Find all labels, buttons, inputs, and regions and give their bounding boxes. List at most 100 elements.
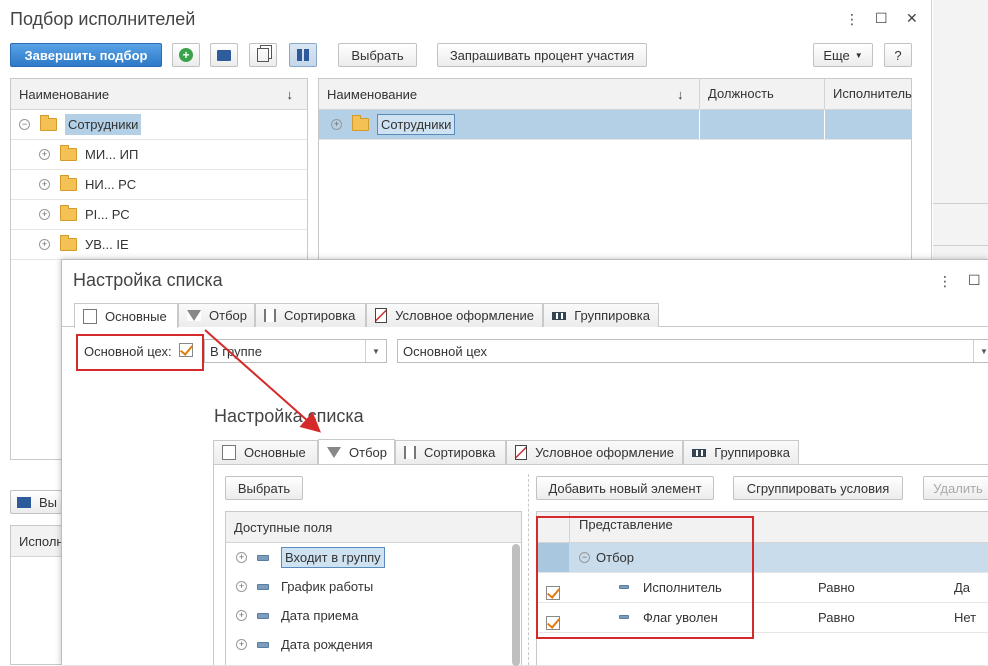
field-label: Входит в группу [281, 547, 385, 568]
tab-conditional-label: Условное оформление [535, 445, 674, 460]
add-element-button[interactable]: Добавить новый элемент [536, 476, 714, 500]
add-icon: + [179, 48, 193, 62]
tab-main-label: Основные [105, 308, 167, 324]
tree-item-label: МИ... ИП [85, 147, 139, 162]
conditional-format-icon [375, 308, 388, 323]
expand-icon[interactable]: + [39, 149, 50, 160]
maximize-icon[interactable]: ☐ [968, 272, 981, 289]
panel-splitter[interactable] [528, 474, 529, 665]
page-icon [222, 445, 236, 460]
expand-icon[interactable]: + [236, 581, 247, 592]
copy-button[interactable] [249, 43, 277, 67]
field-label: График работы [281, 579, 374, 594]
toggle-panel-button[interactable] [289, 43, 317, 67]
tab-grouping-label: Группировка [714, 445, 790, 460]
left-grid-header[interactable]: Наименование ↓ [11, 79, 307, 110]
condition-value[interactable]: Нет [954, 610, 976, 625]
tree-item-row[interactable]: + УВ... IE [11, 230, 307, 260]
settings-window-front: Настройка списка Основные Отбор Сортиров… [200, 394, 988, 666]
select-field-button[interactable]: Выбрать [225, 476, 303, 500]
finish-selection-button[interactable]: Завершить подбор [10, 43, 162, 67]
add-button[interactable]: + [172, 43, 200, 67]
right-grid-header[interactable]: Наименование ↓ Должность Исполнитель [319, 79, 912, 110]
condition-value[interactable]: Да [954, 580, 970, 595]
column-position[interactable]: Должность [699, 79, 774, 109]
sort-icon [404, 446, 416, 459]
expand-icon[interactable]: + [236, 639, 247, 650]
expand-icon[interactable]: + [236, 552, 247, 563]
condition-value: В группе [210, 343, 262, 359]
left-grid-column-name: Наименование [19, 86, 110, 102]
tab-sort-label: Сортировка [284, 308, 356, 323]
folder-add-icon [217, 49, 231, 61]
chevron-down-icon[interactable]: ▼ [973, 340, 988, 362]
tab-conditional[interactable]: Условное оформление [366, 303, 543, 327]
condition-compare[interactable]: Равно [818, 580, 855, 595]
page-icon [83, 308, 97, 324]
filter-value-select[interactable]: Основной цех ▼ [397, 339, 988, 363]
more-button[interactable]: Еще ▼ [813, 43, 873, 67]
maximize-icon[interactable]: ☐ [875, 10, 888, 27]
right-root-row[interactable]: + Сотрудники [319, 110, 911, 140]
condition-compare[interactable]: Равно [818, 610, 855, 625]
sort-arrow-icon: ↓ [286, 86, 294, 102]
field-icon [257, 583, 269, 590]
expand-icon[interactable]: + [39, 179, 50, 190]
more-icon[interactable]: ⋮ [938, 273, 952, 290]
add-folder-button[interactable] [210, 43, 238, 67]
scrollbar[interactable] [512, 544, 520, 666]
tab-sort[interactable]: Сортировка [395, 440, 506, 464]
tab-conditional[interactable]: Условное оформление [506, 440, 683, 464]
column-divider [824, 110, 825, 139]
condition-select[interactable]: В группе ▼ [204, 339, 387, 363]
collapse-icon[interactable]: − [19, 119, 30, 130]
filter-value: Основной цех [403, 343, 487, 359]
field-label: Дата рождения [281, 637, 373, 652]
tree-item-row[interactable]: + МИ... ИП [11, 140, 307, 170]
tree-root-label: Сотрудники [65, 114, 142, 135]
tab-filter[interactable]: Отбор [318, 439, 395, 464]
column-executor[interactable]: Исполнитель [824, 79, 912, 109]
expand-icon[interactable]: + [39, 239, 50, 250]
expand-icon[interactable]: + [39, 209, 50, 220]
group-conditions-button[interactable]: Сгруппировать условия [733, 476, 903, 500]
tree-root-row[interactable]: − Сотрудники [11, 110, 307, 140]
tab-sort[interactable]: Сортировка [255, 303, 366, 327]
chevron-down-icon[interactable]: ▼ [365, 340, 386, 362]
tree-item-row[interactable]: + РI... РС [11, 200, 307, 230]
background-divider [933, 245, 988, 246]
field-row[interactable]: + График работы [226, 572, 521, 601]
more-icon[interactable]: ⋮ [845, 11, 859, 28]
tab-main[interactable]: Основные [74, 303, 178, 328]
filter-icon [187, 310, 201, 321]
copy-icon [257, 48, 269, 62]
folder-icon [60, 145, 77, 161]
available-fields-grid[interactable]: Доступные поля + Входит в группу + Графи… [225, 511, 522, 666]
help-button[interactable]: ? [884, 43, 912, 67]
select-button[interactable]: Выбрать [338, 43, 417, 67]
tab-main[interactable]: Основные [213, 440, 318, 464]
tree-item-label: РI... РС [85, 207, 130, 222]
tab-grouping[interactable]: Группировка [683, 440, 799, 464]
sort-icon [264, 309, 276, 322]
tab-filter[interactable]: Отбор [178, 303, 255, 327]
delete-button[interactable]: Удалить [923, 476, 988, 500]
field-label: Дата приема [281, 608, 359, 623]
tab-grouping[interactable]: Группировка [543, 303, 659, 327]
folder-icon [40, 115, 57, 131]
expand-icon[interactable]: + [236, 610, 247, 621]
tab-sort-label: Сортировка [424, 445, 496, 460]
tab-grouping-label: Группировка [574, 308, 650, 323]
right-list-grid[interactable]: Наименование ↓ Должность Исполнитель + С… [318, 78, 912, 268]
ask-percent-button[interactable]: Запрашивать процент участия [437, 43, 647, 67]
highlight-box [536, 516, 754, 639]
column-name[interactable]: Наименование [327, 87, 417, 102]
field-row[interactable]: + Входит в группу [226, 543, 521, 572]
tree-item-row[interactable]: + НИ... РС [11, 170, 307, 200]
expand-icon[interactable]: + [331, 119, 342, 130]
tab-conditional-label: Условное оформление [395, 308, 534, 323]
field-row[interactable]: + Дата рождения [226, 630, 521, 659]
close-icon[interactable]: ✕ [906, 10, 918, 27]
available-fields-title: Доступные поля [234, 519, 333, 535]
field-row[interactable]: + Дата приема [226, 601, 521, 630]
